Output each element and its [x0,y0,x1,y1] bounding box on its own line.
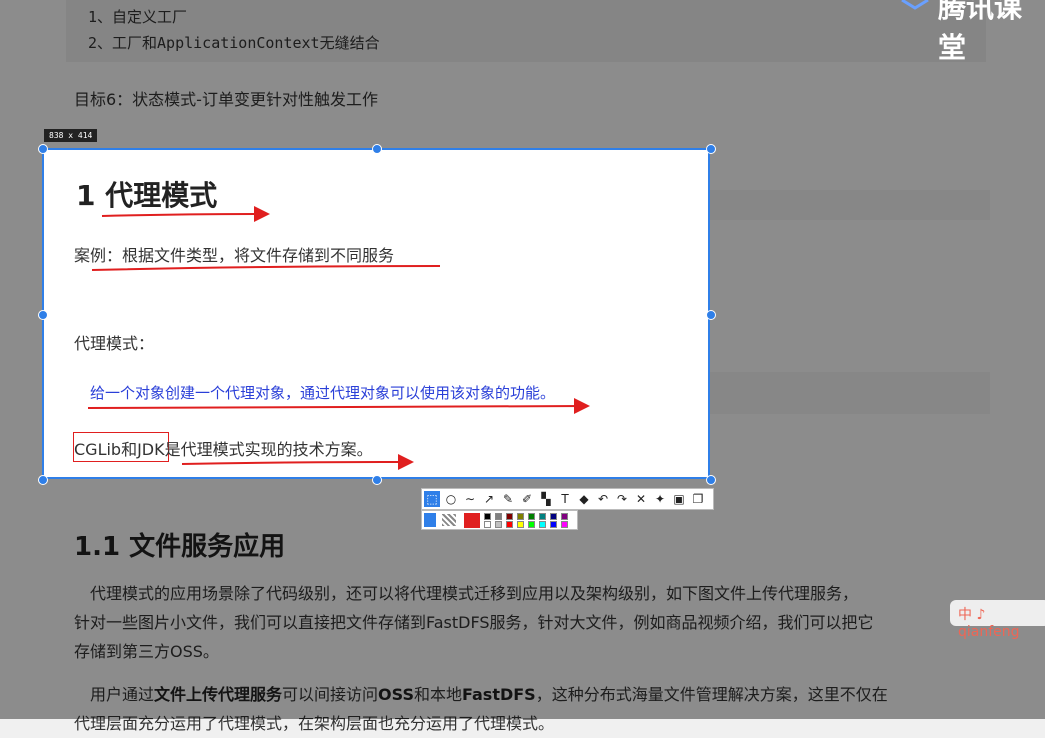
paragraph-1: 代理模式的应用场景除了代码级别，还可以将代理模式迁移到应用以及架构级别，如下图文… [74,579,994,608]
text-tool-icon[interactable]: T [557,491,573,507]
ellipse-tool-icon[interactable]: ○ [443,491,459,507]
palette-swatch[interactable] [561,521,568,528]
palette-swatch[interactable] [495,521,502,528]
resize-handle-bottom-right[interactable] [706,475,716,485]
hidden-heading-block [700,190,990,220]
palette-swatch[interactable] [528,513,535,520]
pen-tool-icon[interactable]: ✎ [500,491,516,507]
capture-description: 给一个对象创建一个代理对象，通过代理对象可以使用该对象的功能。 [90,384,556,402]
current-color-swatch[interactable] [464,513,480,528]
palette-swatch[interactable] [517,513,524,520]
para2-bold-1: 文件上传代理服务 [154,685,283,704]
capture-size-label: 838 x 414 [44,129,98,142]
palette-swatch[interactable] [550,513,557,520]
para1-line1: 代理模式的应用场景除了代码级别，还可以将代理模式迁移到应用以及架构级别，如下图文… [90,584,859,603]
palette-swatch[interactable] [550,521,557,528]
capture-proxy-label: 代理模式： [74,334,155,353]
para2-bold-2: OSS [378,685,414,704]
pin-icon[interactable]: ✦ [652,491,668,507]
close-icon[interactable]: ✕ [633,491,649,507]
resize-handle-top[interactable] [372,144,382,154]
code-line-1: 1、自定义工厂 [88,8,188,26]
paragraph-1-line2: 针对一些图片小文件，我们可以直接把文件存储到FastDFS服务，针对大文件，例如… [74,608,994,637]
capture-case-text: 案例：根据文件类型，将文件存储到不同服务 [74,246,395,265]
palette-swatch[interactable] [506,513,513,520]
resize-handle-bottom[interactable] [372,475,382,485]
side-badge-text: 中 ♪ qianfeng [958,607,1020,640]
capture-region[interactable]: 1 代理模式 案例：根据文件类型，将文件存储到不同服务 代理模式： 给一个对象创… [42,148,710,479]
undo-icon[interactable]: ↶ [595,491,611,507]
palette-swatch[interactable] [539,521,546,528]
toolbar-tools-row: ⬚ ○ ∼ ↗ ✎ ✐ ▚ T ◆ ↶ ↷ ✕ ✦ ▣ ❐ [421,488,714,510]
hidden-quote-block [700,372,990,414]
palette-swatch[interactable] [539,513,546,520]
redo-icon[interactable]: ↷ [614,491,630,507]
save-icon[interactable]: ▣ [671,491,687,507]
marker-tool-icon[interactable]: ✐ [519,491,535,507]
para2-prefix: 用户通过 [90,685,155,704]
resize-handle-top-right[interactable] [706,144,716,154]
side-badge[interactable]: 中 ♪ qianfeng [950,600,1045,640]
pen-size-selector[interactable] [424,513,436,527]
para2-bold-3: FastDFS [462,685,536,704]
paragraph-3: 代理层面充分运用了代理模式，在架构层面也充分运用了代理模式。 [74,709,994,738]
palette-swatch[interactable] [528,521,535,528]
palette-swatch[interactable] [506,521,513,528]
palette-swatch[interactable] [484,521,491,528]
palette-swatch[interactable] [484,513,491,520]
section-heading: 1.1 文件服务应用 [74,532,286,562]
para1-line2: 针对一些图片小文件，我们可以直接把文件存储到FastDFS服务，针对大文件，例如… [74,613,874,632]
mosaic-tool-icon[interactable]: ▚ [538,491,554,507]
resize-handle-top-left[interactable] [38,144,48,154]
para2-suffix: ，这种分布式海量文件管理解决方案，这里不仅在 [535,685,888,704]
para1-line3: 存储到第三方OSS。 [74,642,219,661]
eraser-tool-icon[interactable]: ◆ [576,491,592,507]
para2-mid-2: 和本地 [413,685,462,704]
palette-swatch[interactable] [517,521,524,528]
annotation-toolbar: ⬚ ○ ∼ ↗ ✎ ✐ ▚ T ◆ ↶ ↷ ✕ ✦ ▣ ❐ [421,488,714,530]
goal-text: 目标6：状态模式-订单变更针对性触发工作 [74,90,378,109]
resize-handle-right[interactable] [706,310,716,320]
palette-swatch[interactable] [561,513,568,520]
brand-text: 腾讯课堂 [938,0,1023,64]
resize-handle-bottom-left[interactable] [38,475,48,485]
code-block: 1、自定义工厂 2、工厂和ApplicationContext无缝结合 [66,0,986,62]
curve-tool-icon[interactable]: ∼ [462,491,478,507]
capture-title: 1 代理模式 [76,179,218,212]
palette-swatch[interactable] [495,513,502,520]
toolbar-colors-row [421,510,578,530]
select-tool-icon[interactable]: ⬚ [424,491,440,507]
arrow-tool-icon[interactable]: ↗ [481,491,497,507]
fill-style-icon[interactable] [442,514,456,526]
para3-text: 代理层面充分运用了代理模式，在架构层面也充分运用了代理模式。 [74,714,555,733]
capture-tech-text: CGLib和JDK是代理模式实现的技术方案。 [74,440,373,459]
paragraph-1-line3: 存储到第三方OSS。 [74,637,994,666]
paragraph-2: 用户通过文件上传代理服务可以间接访问OSS和本地FastDFS，这种分布式海量文… [74,680,994,709]
code-line-2: 2、工厂和ApplicationContext无缝结合 [88,34,380,52]
resize-handle-left[interactable] [38,310,48,320]
copy-icon[interactable]: ❐ [690,491,706,507]
para2-mid-1: 可以间接访问 [282,685,379,704]
brand-logo-icon [901,0,929,10]
